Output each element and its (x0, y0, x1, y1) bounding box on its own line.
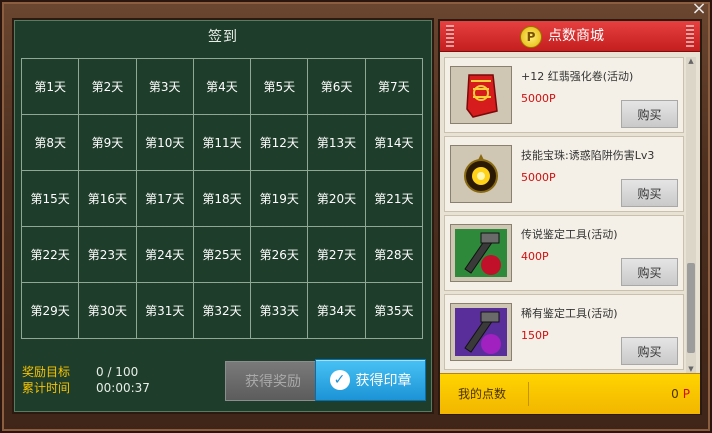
shop-header: P 点数商城 (440, 21, 700, 52)
points-amount: 0 (671, 387, 679, 401)
day-cell[interactable]: 第18天 (193, 171, 252, 227)
item-price: 5000P (521, 171, 556, 184)
day-cell[interactable]: 第4天 (193, 59, 252, 115)
day-cell[interactable]: 第29天 (22, 283, 80, 339)
reward-target-label: 奖励目标 (22, 365, 71, 379)
day-cell[interactable]: 第12天 (251, 115, 309, 171)
day-cell[interactable]: 第31天 (136, 283, 194, 339)
shop-item: +12 红翡强化卷(活动) 5000P 购买 (444, 57, 684, 133)
shop-item: 传说鉴定工具(活动) 400P 购买 (444, 215, 684, 291)
elapsed-time-label: 累计时间 (22, 381, 71, 395)
day-cell[interactable]: 第32天 (193, 283, 252, 339)
my-points-value: 0P (671, 374, 690, 414)
day-cell[interactable]: 第5天 (251, 59, 309, 115)
item-name: 传说鉴定工具(活动) (521, 228, 618, 241)
day-cell[interactable]: 第10天 (136, 115, 194, 171)
day-cell[interactable]: 第8天 (22, 115, 80, 171)
signin-title: 签到 (208, 29, 238, 45)
item-price: 150P (521, 329, 549, 342)
day-cell[interactable]: 第34天 (308, 283, 366, 339)
day-cell[interactable]: 第16天 (79, 171, 137, 227)
sr-appraisal-tool-icon (450, 303, 512, 361)
day-cell[interactable]: 第11天 (193, 115, 252, 171)
signin-stats: 奖励目标 0 / 100 累计时间 00:00:37 (22, 364, 150, 396)
day-cell[interactable]: 第14天 (365, 115, 423, 171)
get-reward-button[interactable]: 获得奖励 (225, 361, 321, 401)
check-icon: ✓ (329, 370, 350, 390)
shop-item-list: +12 红翡强化卷(活动) 5000P 购买 技能宝珠:诱惑陷阱伤害Lv3 50… (444, 57, 684, 371)
shop-scrollbar[interactable]: ▲ ▼ (686, 57, 696, 373)
divider (528, 382, 529, 406)
day-cell[interactable]: 第28天 (365, 227, 423, 283)
get-stamp-button[interactable]: ✓ 获得印章 (315, 359, 426, 401)
day-cell[interactable]: 第17天 (136, 171, 194, 227)
day-cell[interactable]: 第21天 (365, 171, 423, 227)
item-name: 稀有鉴定工具(活动) (521, 307, 618, 320)
scroll-thumb[interactable] (687, 263, 695, 353)
get-reward-label: 获得奖励 (245, 374, 301, 390)
day-cell[interactable]: 第2天 (79, 59, 137, 115)
day-cell[interactable]: 第35天 (365, 283, 423, 339)
my-points-label: 我的点数 (458, 387, 507, 401)
point-shop: P 点数商城 +12 红翡强化卷(活动) 5000P 购买 技能宝珠:诱惑陷阱伤… (438, 19, 702, 415)
day-cell[interactable]: 第22天 (22, 227, 80, 283)
buy-button[interactable]: 购买 (621, 179, 678, 207)
buy-button[interactable]: 购买 (621, 258, 678, 286)
elapsed-time-value: 00:00:37 (96, 381, 150, 395)
shop-item: 稀有鉴定工具(活动) 150P 购买 (444, 294, 684, 370)
header-decoration (446, 25, 454, 47)
reward-target-value: 0 / 100 (96, 365, 139, 379)
day-cell[interactable]: 第30天 (79, 283, 137, 339)
day-cell[interactable]: 第33天 (251, 283, 309, 339)
item-price: 400P (521, 250, 549, 263)
day-cell[interactable]: 第27天 (308, 227, 366, 283)
item-name: +12 红翡强化卷(活动) (521, 70, 634, 83)
buy-button[interactable]: 购买 (621, 100, 678, 128)
day-cell[interactable]: 第26天 (251, 227, 309, 283)
signin-calendar: 第1天 第2天 第3天 第4天 第5天 第6天 第7天 第8天 第9天 第10天… (21, 58, 423, 339)
day-cell[interactable]: 第15天 (22, 171, 80, 227)
day-cell[interactable]: 第25天 (193, 227, 252, 283)
close-icon[interactable]: × (688, 0, 710, 18)
day-cell[interactable]: 第23天 (79, 227, 137, 283)
buy-button[interactable]: 购买 (621, 337, 678, 365)
day-cell[interactable]: 第24天 (136, 227, 194, 283)
day-cell[interactable]: 第6天 (308, 59, 366, 115)
skill-orb-icon (450, 145, 512, 203)
day-cell[interactable]: 第3天 (136, 59, 194, 115)
item-price: 5000P (521, 92, 556, 105)
day-cell[interactable]: 第1天 (22, 59, 80, 115)
point-coin-icon: P (520, 26, 542, 48)
header-decoration (686, 25, 694, 47)
shop-title: 点数商城 (548, 28, 604, 44)
enhance-scroll-icon (450, 66, 512, 124)
scroll-down-icon[interactable]: ▼ (686, 365, 696, 373)
scroll-up-icon[interactable]: ▲ (686, 57, 696, 65)
shop-item: 技能宝珠:诱惑陷阱伤害Lv3 5000P 购买 (444, 136, 684, 212)
day-cell[interactable]: 第13天 (308, 115, 366, 171)
signin-board: 签到 第1天 第2天 第3天 第4天 第5天 第6天 第7天 第8天 第9天 第… (12, 18, 434, 414)
item-name: 技能宝珠:诱惑陷阱伤害Lv3 (521, 149, 655, 162)
day-cell[interactable]: 第19天 (251, 171, 309, 227)
day-cell[interactable]: 第9天 (79, 115, 137, 171)
day-cell[interactable]: 第7天 (365, 59, 423, 115)
ssr-appraisal-tool-icon (450, 224, 512, 282)
get-stamp-label: 获得印章 (355, 373, 412, 389)
my-points-bar: 我的点数 0P (440, 373, 700, 414)
day-cell[interactable]: 第20天 (308, 171, 366, 227)
points-unit: P (682, 387, 690, 401)
